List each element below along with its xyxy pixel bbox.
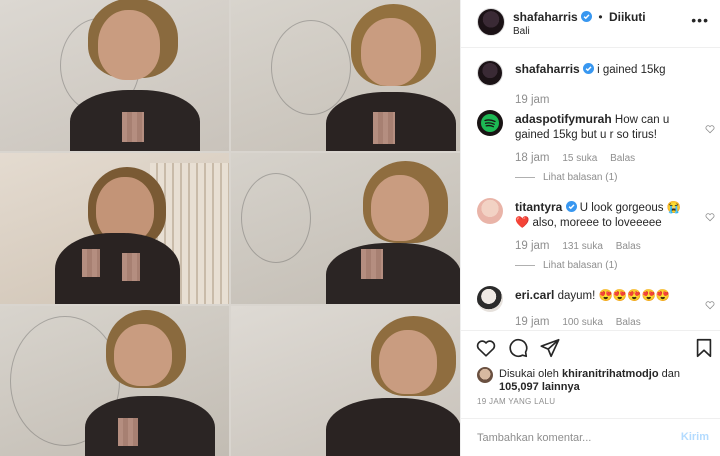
- comment-username[interactable]: eri.carl: [515, 288, 554, 302]
- view-replies[interactable]: Lihat balasan (1): [515, 260, 618, 271]
- photo-tile: [231, 0, 460, 151]
- replies-line: [515, 176, 535, 178]
- comment-time[interactable]: 19 jam: [515, 316, 550, 328]
- photo-tile: [231, 306, 460, 456]
- follow-status[interactable]: Diikuti: [609, 10, 646, 24]
- photo-tile: [0, 153, 229, 304]
- comment-text: adaspotifymurah How can u gained 15kg bu…: [515, 112, 695, 143]
- verified-badge-icon: [565, 201, 577, 212]
- post-header: shafaharris • Diikuti Bali •••: [461, 0, 720, 48]
- comment-text: shafaharris i gained 15kg: [515, 62, 695, 78]
- avatar[interactable]: [477, 60, 503, 86]
- comment-likes[interactable]: 131 suka: [562, 241, 603, 252]
- view-replies[interactable]: Lihat balasan (1): [515, 172, 618, 183]
- photo-tile: [0, 306, 229, 456]
- comment-body: dayum! 😍😍😍😍😍: [557, 290, 671, 302]
- reply-button[interactable]: Balas: [610, 153, 635, 164]
- like-comment-heart-icon[interactable]: [705, 212, 715, 222]
- likes-prefix: Disukai oleh: [499, 368, 559, 380]
- photo-tile: [231, 153, 460, 304]
- liker-username[interactable]: khiranitrihatmodjo: [562, 368, 659, 380]
- comments-list[interactable]: shafaharris i gained 15kg 19 jam adaspot…: [461, 48, 720, 330]
- avatar[interactable]: [477, 198, 503, 224]
- comment-meta: 19 jam 100 suka Balas: [515, 316, 651, 328]
- comment-text: titantyra U look gorgeous 😭 ❤️ also, mor…: [515, 200, 695, 231]
- comment-icon[interactable]: [507, 337, 529, 359]
- comment-username[interactable]: adaspotifymurah: [515, 112, 612, 126]
- comment-time[interactable]: 19 jam: [515, 240, 550, 252]
- share-icon[interactable]: [539, 337, 561, 359]
- separator-dot: •: [598, 10, 603, 24]
- verified-badge-icon: [582, 63, 594, 74]
- post-comment-button[interactable]: Kirim: [681, 431, 709, 443]
- heart-icon[interactable]: [475, 337, 497, 359]
- spotify-avatar[interactable]: [477, 110, 503, 136]
- comment: titantyra U look gorgeous 😭 ❤️ also, mor…: [477, 198, 715, 288]
- liker-avatar[interactable]: [477, 367, 493, 383]
- comment-time[interactable]: 18 jam: [515, 152, 550, 164]
- replies-line: [515, 264, 535, 266]
- post-actions: Disukai oleh khiranitrihatmodjo dan 105,…: [461, 330, 720, 430]
- post-timestamp[interactable]: 19 JAM YANG LALU: [477, 397, 555, 406]
- like-comment-heart-icon[interactable]: [705, 300, 715, 310]
- comment-input[interactable]: [477, 429, 657, 447]
- location-link[interactable]: Bali: [513, 26, 530, 37]
- spotify-icon: [481, 114, 499, 132]
- comment-body: i gained 15kg: [597, 64, 666, 76]
- comment-likes[interactable]: 100 suka: [562, 317, 603, 328]
- more-icon[interactable]: •••: [691, 12, 709, 28]
- add-comment-bar: Kirim: [461, 418, 720, 456]
- comment-body-2: ❤️ also, moreee to loveeeee: [515, 217, 662, 229]
- likes-line-1: Disukai oleh khiranitrihatmodjo dan: [499, 367, 680, 381]
- likes-line-2: 105,097 lainnya: [499, 380, 580, 394]
- avatar[interactable]: [477, 286, 503, 312]
- likes-count[interactable]: 105,097 lainnya: [499, 381, 580, 393]
- comment-meta: 19 jam: [515, 94, 560, 106]
- comment-body: U look gorgeous 😭: [579, 202, 682, 214]
- comment-meta: 19 jam 131 suka Balas: [515, 240, 651, 252]
- comment-username[interactable]: shafaharris: [515, 62, 580, 76]
- comment-username[interactable]: titantyra: [515, 200, 562, 214]
- username-link[interactable]: shafaharris: [513, 10, 578, 24]
- likes-and: dan: [661, 368, 680, 380]
- comment: eri.carl dayum! 😍😍😍😍😍 19 jam 100 suka Ba…: [477, 286, 715, 330]
- comment-time[interactable]: 19 jam: [515, 94, 550, 106]
- comment-text: eri.carl dayum! 😍😍😍😍😍: [515, 288, 695, 304]
- post-panel: shafaharris • Diikuti Bali ••• shafaharr…: [460, 0, 720, 456]
- view-replies-label: Lihat balasan (1): [543, 260, 618, 271]
- comment: adaspotifymurah How can u gained 15kg bu…: [477, 110, 715, 196]
- like-comment-heart-icon[interactable]: [705, 124, 715, 134]
- verified-badge-icon: [581, 11, 593, 22]
- post-image[interactable]: [0, 0, 460, 456]
- reply-button[interactable]: Balas: [616, 317, 641, 328]
- comment-meta: 18 jam 15 suka Balas: [515, 152, 645, 164]
- photo-tile: [0, 0, 229, 151]
- reply-button[interactable]: Balas: [616, 241, 641, 252]
- header-user: shafaharris • Diikuti: [513, 10, 646, 24]
- comment-likes[interactable]: 15 suka: [562, 153, 597, 164]
- avatar[interactable]: [477, 8, 505, 36]
- view-replies-label: Lihat balasan (1): [543, 172, 618, 183]
- bookmark-icon[interactable]: [693, 337, 715, 359]
